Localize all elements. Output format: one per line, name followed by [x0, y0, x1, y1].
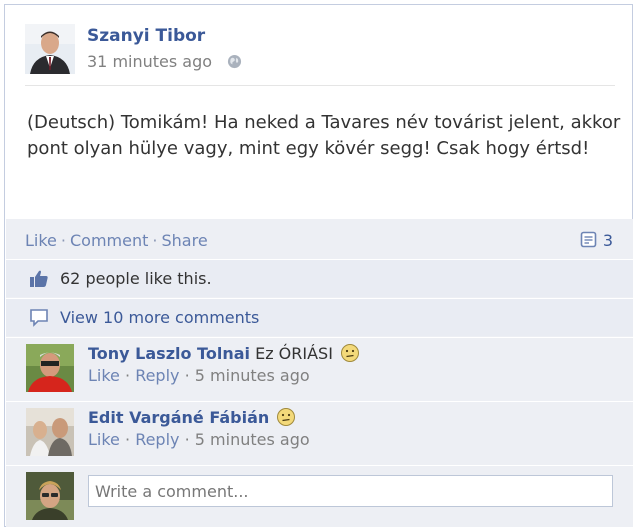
- separator: ·: [125, 430, 131, 449]
- comment-like-link[interactable]: Like: [88, 430, 120, 449]
- post-header: Szanyi Tibor 31 minutes ago: [25, 24, 615, 86]
- comment-author[interactable]: Edit Vargáné Fábián: [88, 408, 269, 427]
- likes-text[interactable]: 62 people like this.: [60, 269, 212, 288]
- comment-reply-link[interactable]: Reply: [135, 366, 179, 385]
- action-bar: Like · Comment · Share 3: [6, 219, 633, 259]
- comment-like-link[interactable]: Like: [88, 366, 120, 385]
- post-card: Szanyi Tibor 31 minutes ago (Deutsch) To…: [4, 4, 633, 527]
- confused-face-icon: [340, 343, 360, 363]
- feedback-panel: Like · Comment · Share 3 62 people like …: [6, 219, 633, 527]
- post-time-text[interactable]: 31 minutes ago: [87, 52, 212, 71]
- view-more-comments[interactable]: View 10 more comments: [6, 298, 633, 336]
- share-count[interactable]: 3: [580, 231, 613, 250]
- separator: ·: [60, 231, 66, 250]
- commenter-avatar[interactable]: [26, 408, 74, 456]
- share-link[interactable]: Share: [161, 231, 207, 250]
- separator: ·: [184, 366, 190, 385]
- post-author-name[interactable]: Szanyi Tibor: [87, 26, 205, 46]
- current-user-avatar: [26, 472, 74, 520]
- comment-meta: Like · Reply · 5 minutes ago: [88, 429, 310, 451]
- globe-icon: [227, 54, 242, 69]
- comment-time[interactable]: 5 minutes ago: [195, 366, 310, 385]
- comment-body: Edit Vargáné Fábián Like · Reply · 5 min…: [88, 407, 310, 451]
- post-body-text: (Deutsch) Tomikám! Ha neked a Tavares né…: [27, 112, 621, 159]
- comment-link[interactable]: Comment: [70, 231, 148, 250]
- confused-face-icon: [276, 407, 296, 427]
- separator: ·: [152, 231, 158, 250]
- comment-bubble-icon: [28, 308, 50, 328]
- thumbs-up-icon: [28, 269, 50, 289]
- commenter-avatar[interactable]: [26, 344, 74, 392]
- separator: ·: [125, 366, 131, 385]
- like-link[interactable]: Like: [25, 231, 57, 250]
- comment-time[interactable]: 5 minutes ago: [195, 430, 310, 449]
- post-timestamp: 31 minutes ago: [87, 52, 242, 71]
- separator: ·: [184, 430, 190, 449]
- author-avatar[interactable]: [25, 24, 75, 74]
- share-count-icon: [580, 231, 598, 249]
- comment-body: Tony Laszlo Tolnai Ez ÓRIÁSI Like · Repl…: [88, 343, 360, 387]
- comment-author[interactable]: Tony Laszlo Tolnai: [88, 344, 250, 363]
- comment-item: Tony Laszlo Tolnai Ez ÓRIÁSI Like · Repl…: [6, 337, 633, 400]
- share-count-value: 3: [602, 231, 613, 250]
- write-comment-input[interactable]: [88, 475, 613, 507]
- comment-text: Ez ÓRIÁSI: [255, 344, 333, 363]
- comment-composer: [6, 465, 633, 527]
- comment-meta: Like · Reply · 5 minutes ago: [88, 365, 360, 387]
- view-more-text[interactable]: View 10 more comments: [60, 308, 259, 327]
- comment-item: Edit Vargáné Fábián Like · Reply · 5 min…: [6, 401, 633, 464]
- likes-row: 62 people like this.: [6, 259, 633, 297]
- comment-reply-link[interactable]: Reply: [135, 430, 179, 449]
